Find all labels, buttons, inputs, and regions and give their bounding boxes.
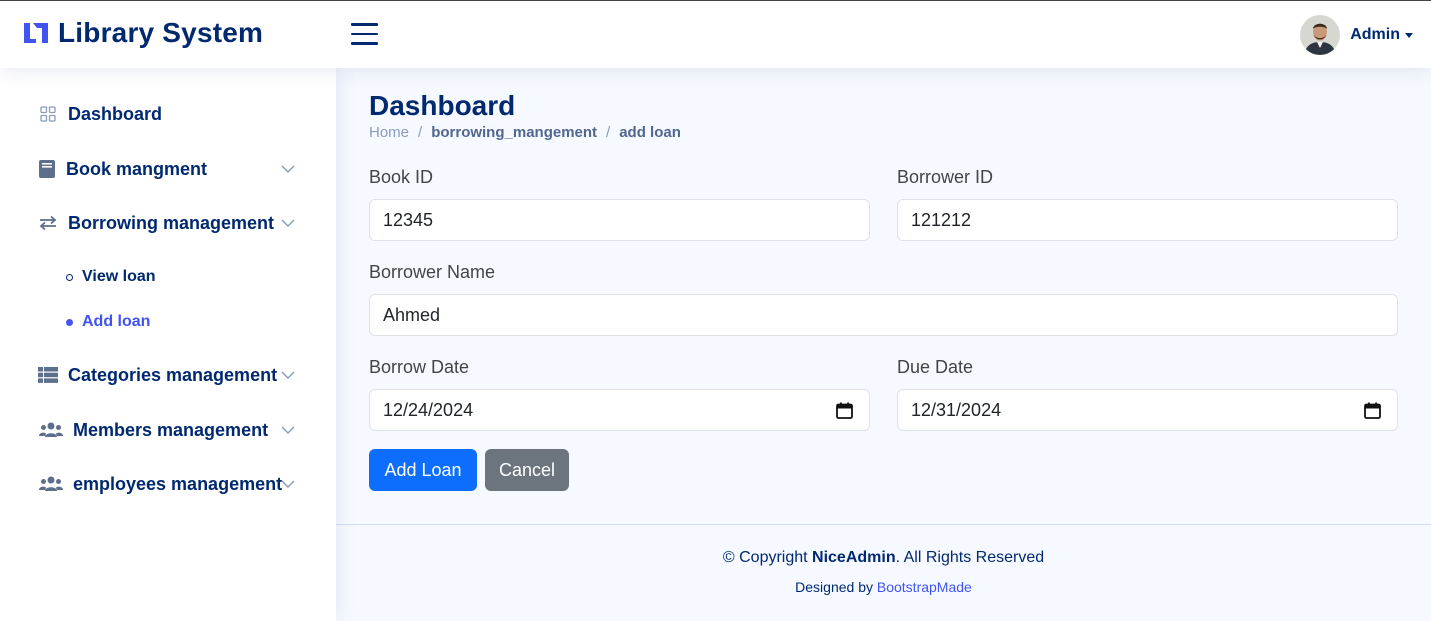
copyright-prefix: © Copyright: [722, 549, 813, 566]
sidebar-item-label: Borrowing management: [68, 212, 275, 233]
calendar-icon[interactable]: [1364, 402, 1381, 419]
sidebar-subitem-label: View loan: [82, 268, 156, 285]
chevron-down-icon: [281, 480, 295, 488]
credits-prefix: Designed by: [795, 579, 877, 595]
book-id-label: Book ID: [369, 167, 434, 187]
sidebar: Dashboard Book mangment Borrowing manage…: [0, 68, 336, 621]
footer-divider: [336, 524, 1431, 525]
sidebar-item-label: Dashboard: [68, 103, 163, 124]
breadcrumb-item: add loan: [619, 124, 681, 141]
due-date-value: 12/31/2024: [911, 399, 1002, 420]
app-title: Library System: [58, 17, 264, 48]
chevron-down-icon: [281, 426, 295, 434]
breadcrumb-item: borrowing_mangement: [431, 124, 598, 141]
breadcrumb-home[interactable]: Home: [369, 124, 409, 141]
copyright-brand: NiceAdmin: [812, 549, 896, 566]
sidebar-item-members-management[interactable]: Members management: [38, 415, 298, 445]
book-id-field[interactable]: 12345: [369, 199, 870, 241]
profile-menu[interactable]: Admin: [1300, 15, 1413, 55]
breadcrumb-separator: /: [418, 124, 423, 141]
add-loan-button[interactable]: Add Loan: [369, 449, 477, 491]
sidebar-item-label: Book mangment: [66, 158, 208, 179]
borrow-date-field[interactable]: 12/24/2024: [369, 389, 870, 431]
chevron-down-icon: [281, 219, 295, 227]
grid-icon: [38, 104, 58, 124]
copyright-suffix: . All Rights Reserved: [895, 549, 1045, 566]
table-icon: [38, 365, 58, 385]
people-icon: [38, 474, 63, 494]
book-icon: [38, 159, 56, 179]
sidebar-item-label: Categories management: [68, 364, 278, 385]
due-date-label: Due Date: [897, 357, 974, 377]
borrow-date-value: 12/24/2024: [383, 399, 474, 420]
sidebar-item-categories-management[interactable]: Categories management: [38, 360, 298, 390]
menu-toggle-icon[interactable]: [351, 23, 378, 47]
due-date-field[interactable]: 12/31/2024: [897, 389, 1398, 431]
people-icon: [38, 420, 63, 440]
avatar: [1300, 15, 1341, 55]
calendar-icon[interactable]: [836, 402, 853, 419]
circle-icon: [66, 273, 73, 281]
chevron-down-icon: [281, 165, 295, 173]
borrower-id-field[interactable]: 121212: [897, 199, 1398, 241]
logo[interactable]: Library System: [22, 17, 263, 49]
sidebar-item-label: Members management: [73, 419, 269, 440]
designer-link[interactable]: BootstrapMade: [877, 579, 972, 595]
circle-icon: [66, 318, 73, 326]
sidebar-item-borrowing-management[interactable]: Borrowing management: [38, 208, 298, 238]
sidebar-subitem-view-loan[interactable]: View loan: [66, 268, 156, 286]
book-id-value: 12345: [383, 209, 434, 230]
footer-copyright: © Copyright NiceAdmin. All Rights Reserv…: [336, 549, 1431, 567]
chevron-down-icon: [281, 371, 295, 379]
sidebar-item-dashboard[interactable]: Dashboard: [38, 99, 298, 129]
borrower-name-field[interactable]: Ahmed: [369, 294, 1398, 336]
page-title: Dashboard: [369, 90, 516, 121]
cancel-button[interactable]: Cancel: [485, 449, 569, 491]
footer-credits: Designed by BootstrapMade: [336, 579, 1431, 595]
breadcrumb-separator: /: [606, 124, 611, 141]
logo-icon: [24, 23, 48, 43]
sidebar-subitem-add-loan[interactable]: Add loan: [66, 313, 150, 331]
borrow-date-label: Borrow Date: [369, 357, 470, 377]
borrower-name-value: Ahmed: [383, 304, 441, 325]
borrower-id-label: Borrower ID: [897, 167, 994, 187]
arrows-icon: [38, 213, 58, 233]
top-header: Library System Admin: [0, 0, 1431, 68]
caret-down-icon: [1405, 32, 1413, 38]
borrower-id-value: 121212: [911, 209, 972, 230]
sidebar-subitem-label: Add loan: [82, 313, 151, 330]
profile-name: Admin: [1350, 26, 1400, 43]
breadcrumb: Home / borrowing_mangement / add loan: [369, 124, 681, 141]
sidebar-item-employees-management[interactable]: employees management: [38, 469, 298, 499]
sidebar-item-book-management[interactable]: Book mangment: [38, 154, 298, 184]
borrower-name-label: Borrower Name: [369, 262, 496, 282]
sidebar-item-label: employees management: [73, 473, 283, 494]
